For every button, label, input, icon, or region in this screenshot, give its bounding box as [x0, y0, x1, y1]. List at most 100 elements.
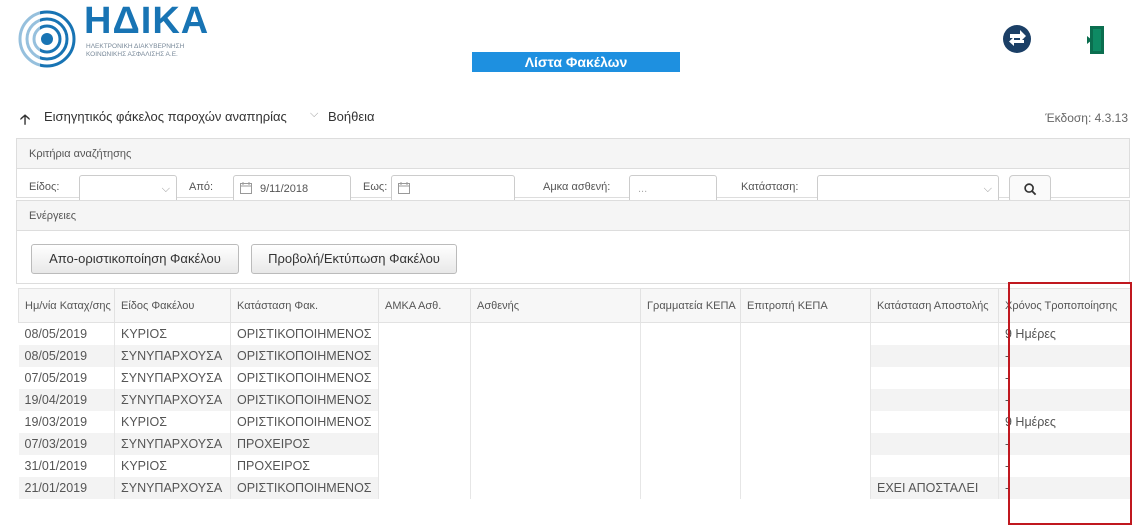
table-row[interactable]: 31/01/2019 ΚΥΡΙΟΣ ΠΡΟΧΕΙΡΟΣ - — [18, 454, 1131, 477]
cell-file-type: ΣΥΝΥΠΑΡΧΟΥΣΑ — [114, 366, 231, 389]
cell-file-type: ΣΥΝΥΠΑΡΧΟΥΣΑ — [114, 476, 231, 499]
cell-file-status: ΟΡΙΣΤΙΚΟΠΟΙΗΜΕΝΟΣ — [230, 322, 379, 345]
search-button[interactable] — [1009, 175, 1051, 203]
table-row[interactable]: 08/05/2019 ΚΥΡΙΟΣ ΟΡΙΣΤΙΚΟΠΟΙΗΜΕΝΟΣ 9 Ημ… — [18, 322, 1131, 345]
menu-item-disability-file[interactable]: Εισηγητικός φάκελος παροχών αναπηρίας — [44, 109, 287, 124]
cell-file-type: ΣΥΝΥΠΑΡΧΟΥΣΑ — [114, 388, 231, 411]
table-row[interactable]: 08/05/2019 ΣΥΝΥΠΑΡΧΟΥΣΑ ΟΡΙΣΤΙΚΟΠΟΙΗΜΕΝΟ… — [18, 344, 1131, 367]
version-label: Έκδοση: 4.3.13 — [1045, 111, 1128, 125]
cell-date: 19/04/2019 — [18, 388, 115, 411]
col-header-amka[interactable]: ΑΜΚΑ Ασθ. — [378, 288, 471, 323]
cell-file-status: ΟΡΙΣΤΙΚΟΠΟΙΗΜΕΝΟΣ — [230, 476, 379, 499]
cell-kepa-secretariat — [640, 388, 741, 411]
calendar-icon — [240, 182, 252, 194]
cell-patient — [470, 366, 641, 389]
type-select[interactable]: ⌵ — [79, 175, 177, 203]
table-row[interactable]: 19/03/2019 ΚΥΡΙΟΣ ΟΡΙΣΤΙΚΟΠΟΙΗΜΕΝΟΣ 9 Ημ… — [18, 410, 1131, 433]
from-label: Από: — [189, 181, 214, 193]
cell-file-status: ΟΡΙΣΤΙΚΟΠΟΙΗΜΕΝΟΣ — [230, 366, 379, 389]
cell-kepa-secretariat — [640, 366, 741, 389]
exit-icon[interactable] — [1080, 24, 1106, 56]
idika-logo: ΗΔΙΚΑ ΗΛΕΚΤΡΟΝΙΚΗ ΔΙΑΚΥΒΕΡΝΗΣΗ ΚΟΙΝΩΝΙΚΗ… — [18, 0, 218, 74]
cell-amka — [378, 322, 471, 345]
logo-title: ΗΔΙΚΑ — [84, 0, 210, 42]
cell-patient — [470, 476, 641, 499]
app-header: ΗΔΙΚΑ ΗΛΕΚΤΡΟΝΙΚΗ ΔΙΑΚΥΒΕΡΝΗΣΗ ΚΟΙΝΩΝΙΚΗ… — [0, 0, 1134, 127]
status-select[interactable]: ⌵ — [817, 175, 999, 203]
col-header-kepa-secretariat[interactable]: Γραμματεία ΚΕΠΑ — [640, 288, 741, 323]
logo-subtitle: ΗΛΕΚΤΡΟΝΙΚΗ ΔΙΑΚΥΒΕΡΝΗΣΗ ΚΟΙΝΩΝΙΚΗΣ ΑΣΦΑ… — [86, 43, 226, 59]
cell-file-type: ΣΥΝΥΠΑΡΧΟΥΣΑ — [114, 432, 231, 455]
menu-bar: 🡡 Εισηγητικός φάκελος παροχών αναπηρίας … — [0, 105, 1134, 129]
highlight-modification-column — [1008, 282, 1132, 525]
amka-input[interactable]: ... — [629, 175, 717, 203]
cell-date: 07/05/2019 — [18, 366, 115, 389]
cell-date: 31/01/2019 — [18, 454, 115, 477]
to-date-input[interactable] — [391, 175, 515, 203]
col-header-date[interactable]: Ημ/νία Καταχ/σης — [18, 288, 115, 323]
cell-date: 08/05/2019 — [18, 344, 115, 367]
cell-send-status — [870, 322, 999, 345]
actions-panel: Ενέργειες Απο-οριστικοποίηση Φακέλου Προ… — [16, 200, 1130, 284]
cell-kepa-committee — [740, 322, 871, 345]
cell-date: 21/01/2019 — [18, 476, 115, 499]
search-icon — [1024, 183, 1037, 196]
cell-file-status: ΟΡΙΣΤΙΚΟΠΟΙΗΜΕΝΟΣ — [230, 388, 379, 411]
cell-patient — [470, 388, 641, 411]
search-criteria-title: Κριτήρια αναζήτησης — [17, 139, 1129, 169]
from-date-value: 9/11/2018 — [260, 183, 309, 195]
cell-kepa-secretariat — [640, 344, 741, 367]
table-row[interactable]: 19/04/2019 ΣΥΝΥΠΑΡΧΟΥΣΑ ΟΡΙΣΤΙΚΟΠΟΙΗΜΕΝΟ… — [18, 388, 1131, 411]
table-row[interactable]: 21/01/2019 ΣΥΝΥΠΑΡΧΟΥΣΑ ΟΡΙΣΤΙΚΟΠΟΙΗΜΕΝΟ… — [18, 476, 1131, 499]
actions-title: Ενέργειες — [17, 201, 1129, 231]
cell-patient — [470, 344, 641, 367]
cell-amka — [378, 476, 471, 499]
cell-kepa-secretariat — [640, 322, 741, 345]
cell-file-type: ΚΥΡΙΟΣ — [114, 410, 231, 433]
menu-item-help[interactable]: Βοήθεια — [328, 109, 375, 124]
cell-patient — [470, 410, 641, 433]
switch-user-icon[interactable] — [1002, 24, 1032, 54]
unfinalize-file-button[interactable]: Απο-οριστικοποίηση Φακέλου — [31, 244, 239, 274]
cell-kepa-committee — [740, 366, 871, 389]
cell-date: 07/03/2019 — [18, 432, 115, 455]
chevron-down-icon[interactable]: ⌵ — [310, 108, 318, 121]
cell-file-type: ΣΥΝΥΠΑΡΧΟΥΣΑ — [114, 344, 231, 367]
up-arrow-icon[interactable]: 🡡 — [20, 109, 30, 133]
cell-send-status — [870, 366, 999, 389]
title-blank-area — [472, 14, 680, 52]
page-title: Λίστα Φακέλων — [472, 52, 680, 72]
cell-kepa-secretariat — [640, 476, 741, 499]
view-print-file-button[interactable]: Προβολή/Εκτύπωση Φακέλου — [251, 244, 457, 274]
status-label: Κατάσταση: — [741, 181, 799, 193]
col-header-send-status[interactable]: Κατάσταση Αποστολής — [870, 288, 999, 323]
cell-patient — [470, 454, 641, 477]
cell-date: 19/03/2019 — [18, 410, 115, 433]
cell-amka — [378, 410, 471, 433]
col-header-kepa-committee[interactable]: Επιτροπή ΚΕΠΑ — [740, 288, 871, 323]
cell-amka — [378, 432, 471, 455]
col-header-patient[interactable]: Ασθενής — [470, 288, 641, 323]
table-row[interactable]: 07/05/2019 ΣΥΝΥΠΑΡΧΟΥΣΑ ΟΡΙΣΤΙΚΟΠΟΙΗΜΕΝΟ… — [18, 366, 1131, 389]
cell-send-status — [870, 388, 999, 411]
col-header-file-status[interactable]: Κατάσταση Φακ. — [230, 288, 379, 323]
logo-emblem-icon — [18, 10, 76, 68]
cell-file-type: ΚΥΡΙΟΣ — [114, 454, 231, 477]
from-date-input[interactable]: 9/11/2018 — [233, 175, 351, 203]
cell-kepa-committee — [740, 410, 871, 433]
cell-file-status: ΟΡΙΣΤΙΚΟΠΟΙΗΜΕΝΟΣ — [230, 410, 379, 433]
chevron-down-icon: ⌵ — [161, 183, 170, 195]
cell-kepa-committee — [740, 388, 871, 411]
cell-kepa-committee — [740, 476, 871, 499]
cell-amka — [378, 344, 471, 367]
logo-subtitle-line-1: ΗΛΕΚΤΡΟΝΙΚΗ ΔΙΑΚΥΒΕΡΝΗΣΗ — [86, 43, 185, 50]
cell-date: 08/05/2019 — [18, 322, 115, 345]
table-row[interactable]: 07/03/2019 ΣΥΝΥΠΑΡΧΟΥΣΑ ΠΡΟΧΕΙΡΟΣ - — [18, 432, 1131, 455]
cell-amka — [378, 388, 471, 411]
cell-kepa-committee — [740, 432, 871, 455]
col-header-file-type[interactable]: Είδος Φακέλου — [114, 288, 231, 323]
cell-file-status: ΠΡΟΧΕΙΡΟΣ — [230, 432, 379, 455]
cell-amka — [378, 366, 471, 389]
amka-label: Αμκα ασθενή: — [543, 181, 611, 193]
cell-patient — [470, 322, 641, 345]
